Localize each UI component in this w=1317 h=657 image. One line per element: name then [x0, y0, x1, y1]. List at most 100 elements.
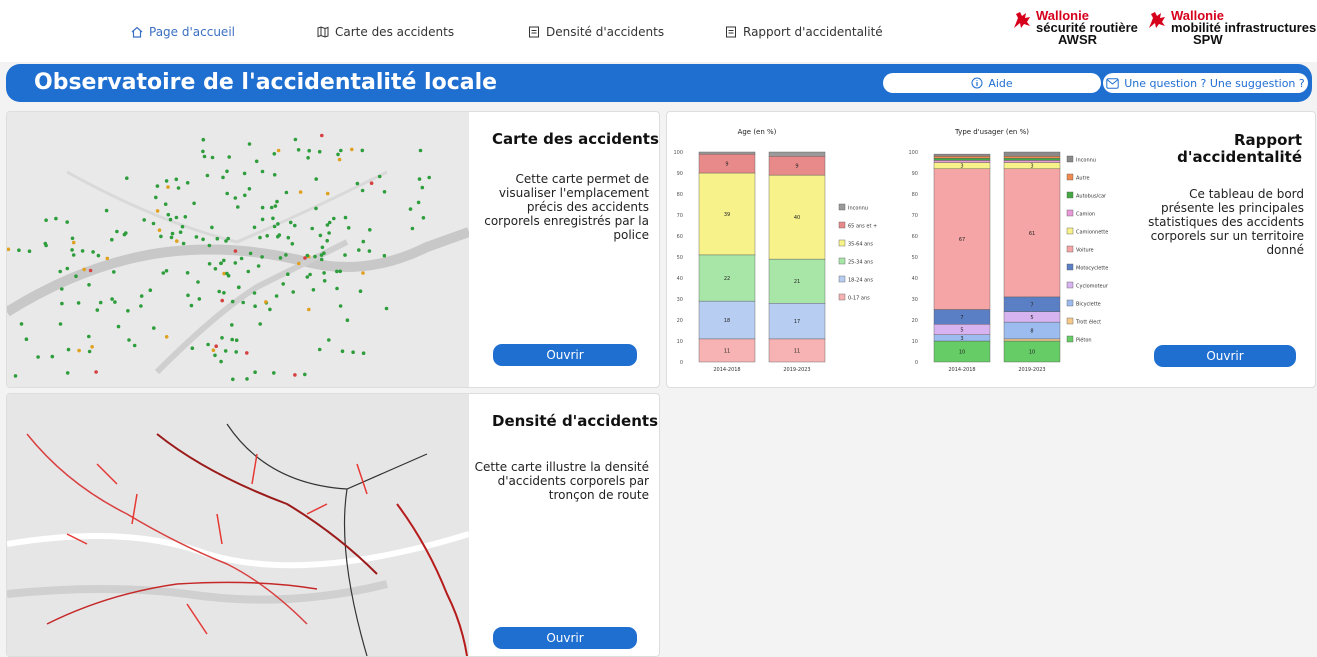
- accident-dot: [272, 224, 277, 229]
- accident-dot: [151, 221, 156, 226]
- accident-dot: [245, 377, 249, 381]
- y-tick-label: 80: [912, 192, 918, 198]
- data-label: 22: [724, 276, 730, 282]
- accident-dot: [164, 269, 169, 273]
- info-icon: [971, 77, 983, 89]
- accident-dot: [343, 253, 347, 257]
- accident-dot: [168, 217, 173, 222]
- accident-dot: [233, 261, 238, 265]
- accident-dot: [116, 324, 121, 329]
- legend-label: 0-17 ans: [848, 296, 870, 302]
- card-map-open-button[interactable]: Ouvrir: [493, 344, 637, 366]
- accident-dot: [427, 175, 432, 180]
- nav-home[interactable]: Page d'accueil: [131, 25, 235, 39]
- accident-dot: [230, 323, 234, 327]
- accident-dot: [19, 322, 24, 326]
- accident-dot: [272, 152, 277, 156]
- nav-map[interactable]: Carte des accidents: [317, 25, 454, 39]
- nav-density-label: Densité d'accidents: [546, 25, 665, 39]
- legend-swatch: [838, 293, 846, 301]
- card-accident-density[interactable]: Densité d'accidents Cette carte illustre…: [6, 393, 660, 657]
- help-button[interactable]: Aide: [883, 73, 1101, 93]
- accident-dot: [260, 255, 264, 259]
- nav-map-label: Carte des accidents: [335, 25, 455, 39]
- accident-dot: [307, 148, 312, 153]
- y-tick-label: 90: [912, 171, 918, 177]
- accident-dot: [17, 248, 21, 252]
- accident-dot: [335, 269, 339, 274]
- y-tick-label: 40: [912, 276, 918, 282]
- accident-dot: [190, 346, 195, 350]
- accident-dot: [382, 190, 387, 194]
- card-report-open-button[interactable]: Ouvrir: [1154, 345, 1296, 367]
- accident-dot: [236, 205, 240, 209]
- accident-dot: [110, 237, 114, 242]
- accident-dot: [296, 148, 301, 152]
- data-label: 9: [725, 162, 728, 168]
- bar-segment: [698, 151, 756, 155]
- accident-dot: [155, 184, 160, 188]
- y-tick-label: 100: [908, 150, 918, 156]
- bar-segment: [1003, 160, 1061, 163]
- accident-dot: [196, 280, 200, 284]
- accident-dot: [50, 354, 55, 359]
- accident-dot: [217, 289, 221, 294]
- nav-report[interactable]: Rapport d'accidentalité: [725, 25, 883, 39]
- card-density-title: Densité d'accidents: [492, 412, 659, 430]
- data-label: 10: [1029, 350, 1035, 356]
- accident-dot: [325, 238, 330, 243]
- accident-dot: [201, 149, 205, 154]
- accident-dot: [87, 349, 92, 354]
- accident-dot: [148, 288, 153, 292]
- question-button[interactable]: Une question ? Une suggestion ?: [1103, 73, 1308, 93]
- accident-dot: [308, 272, 312, 277]
- bar-segment: [1003, 338, 1061, 342]
- accident-dot: [27, 249, 32, 253]
- card-density-open-button[interactable]: Ouvrir: [493, 627, 637, 649]
- logo-spw[interactable]: Wallonie mobilité infrastructures SPW: [1147, 9, 1316, 46]
- accident-dot: [360, 148, 365, 153]
- accident-dot: [368, 228, 372, 232]
- accident-dot: [219, 261, 223, 266]
- accident-dot: [220, 336, 224, 340]
- accident-dot: [322, 271, 326, 275]
- accident-dot: [126, 309, 130, 313]
- accident-dot: [219, 359, 223, 364]
- accident-dot: [186, 293, 190, 298]
- legend-label: Inconnu: [848, 206, 868, 212]
- accident-dot: [115, 229, 119, 234]
- nav-report-label: Rapport d'accidentalité: [743, 25, 883, 39]
- card-accident-map[interactable]: Carte des accidents Cette carte permet d…: [6, 111, 660, 388]
- accident-dot: [253, 304, 257, 308]
- accident-dot: [233, 196, 238, 200]
- data-label: 5: [1030, 315, 1033, 321]
- accident-dot: [254, 159, 259, 164]
- data-label: 5: [960, 327, 963, 333]
- accident-dot: [277, 233, 282, 237]
- legend-swatch: [838, 221, 846, 229]
- accident-dot: [320, 133, 324, 138]
- legend-label: 65 ans et +: [848, 224, 877, 230]
- nav-density[interactable]: Densité d'accidents: [528, 25, 664, 39]
- accident-dot: [278, 256, 283, 260]
- accident-dot: [320, 245, 325, 250]
- data-label: 18: [724, 318, 730, 324]
- accident-dot: [293, 373, 297, 377]
- accident-dot: [214, 344, 218, 348]
- legend-swatch: [1066, 227, 1074, 235]
- data-label: 61: [1029, 231, 1035, 237]
- card-map-desc: Cette carte permet de visualiser l'empla…: [484, 172, 649, 242]
- accident-dot: [58, 322, 63, 326]
- logo-awsr[interactable]: Wallonie sécurité routière AWSR: [1012, 9, 1138, 46]
- x-tick-label: 2014-2018: [948, 367, 975, 373]
- accident-dot: [358, 289, 363, 293]
- accident-dot: [166, 185, 170, 189]
- legend-swatch: [1066, 209, 1074, 217]
- card-accident-report[interactable]: Age (en %) 0 10 20 30 40 50 60 70 80 90 100 11 18 22 39…: [666, 111, 1316, 388]
- home-icon: [131, 26, 143, 38]
- y-tick-label: 40: [677, 276, 683, 282]
- accident-dot: [337, 157, 342, 162]
- accident-dot: [58, 269, 62, 274]
- accident-dot: [210, 155, 215, 160]
- accident-dot: [274, 294, 279, 298]
